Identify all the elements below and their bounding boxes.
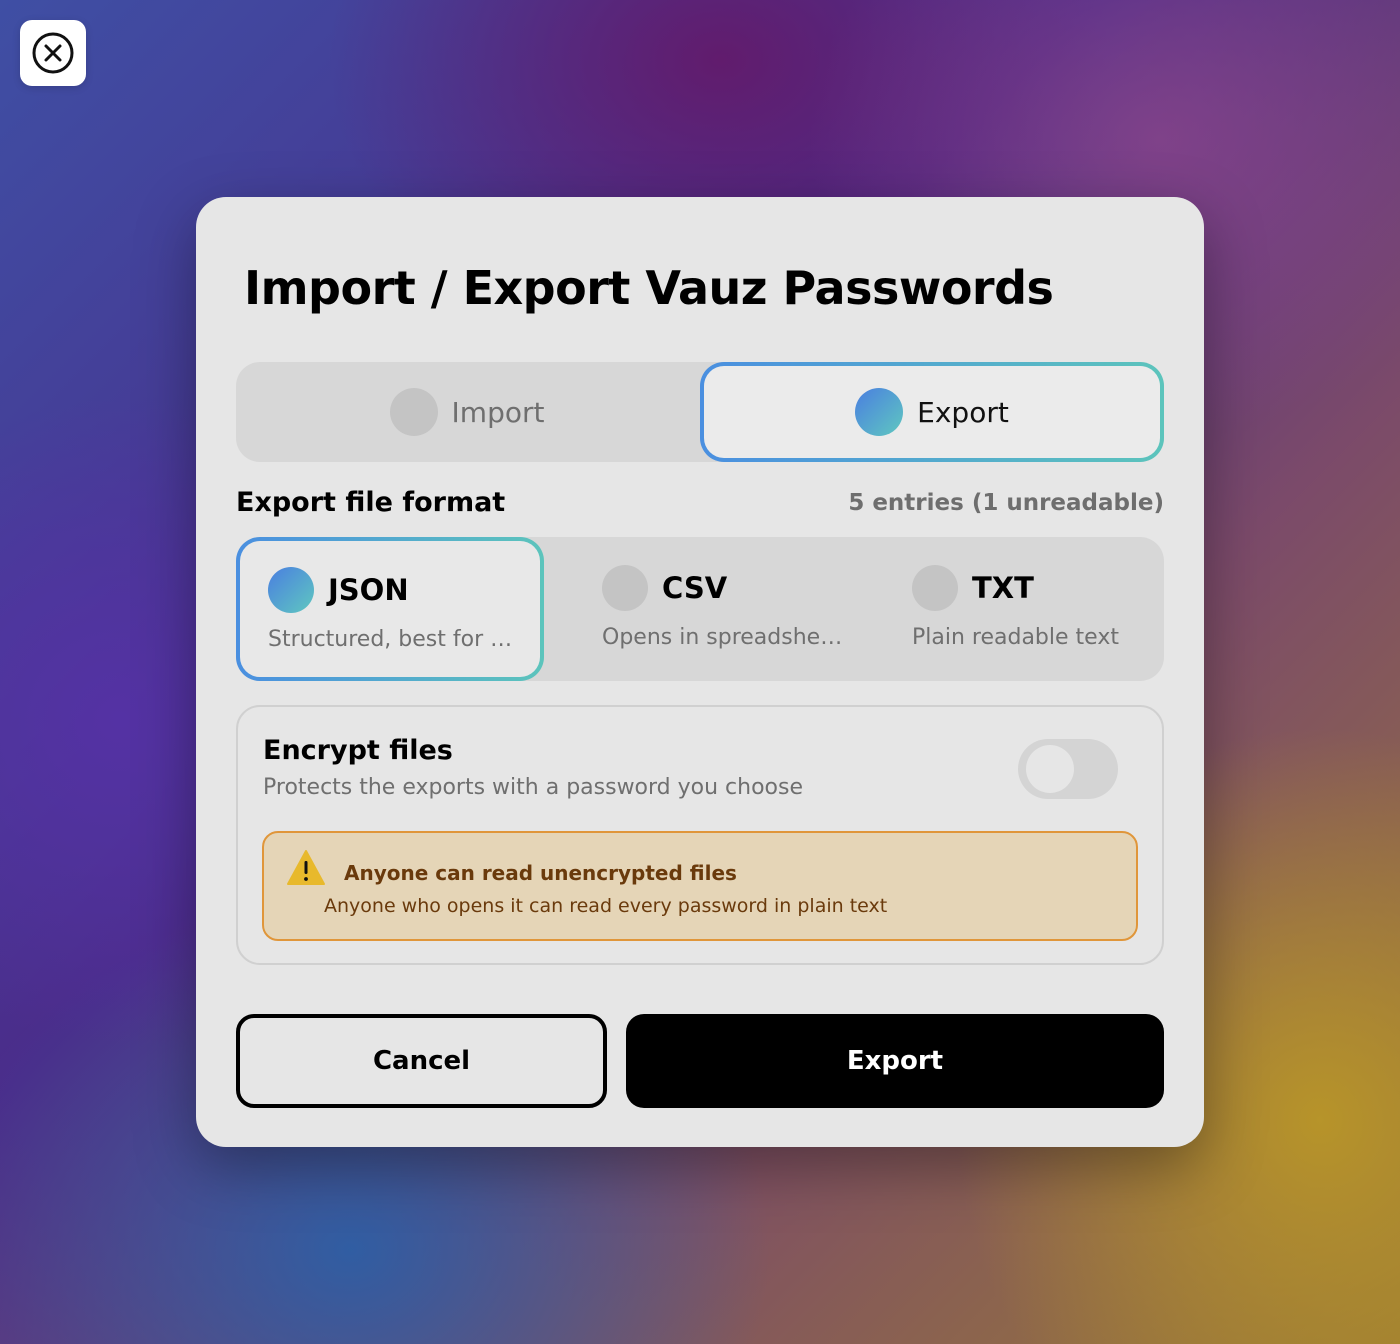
- toggle-knob: [1026, 745, 1074, 793]
- dialog-title: Import / Export Vauz Passwords: [244, 261, 1054, 315]
- format-desc-json: Structured, best for import: [268, 627, 518, 652]
- format-option-csv[interactable]: CSV Opens in spreadsheets: [574, 537, 864, 681]
- encrypt-title: Encrypt files: [263, 735, 453, 766]
- radio-txt-icon: [912, 565, 958, 611]
- format-name-json: JSON: [328, 573, 409, 607]
- radio-json-icon: [268, 567, 314, 613]
- close-button[interactable]: [20, 20, 86, 86]
- tab-import[interactable]: Import: [236, 362, 698, 462]
- format-desc-csv: Opens in spreadsheets: [602, 625, 852, 650]
- cancel-button[interactable]: Cancel: [236, 1014, 607, 1108]
- warning-title: Anyone can read unencrypted files: [344, 861, 737, 885]
- import-export-dialog: Import / Export Vauz Passwords Import Ex…: [196, 197, 1204, 1147]
- warning-text: Anyone who opens it can read every passw…: [324, 895, 888, 917]
- format-desc-txt: Plain readable text: [912, 625, 1119, 650]
- encrypt-toggle[interactable]: [1018, 739, 1118, 799]
- format-name-csv: CSV: [662, 571, 728, 605]
- encrypt-card: Encrypt files Protects the exports with …: [236, 705, 1164, 965]
- warning-icon: [287, 850, 325, 885]
- tab-import-label: Import: [451, 395, 545, 429]
- format-section-label: Export file format: [236, 487, 506, 518]
- mode-switch: Import Export: [236, 362, 1164, 462]
- tab-export[interactable]: Export: [700, 362, 1164, 462]
- radio-export-icon: [855, 388, 904, 436]
- entries-count: 5 entries (1 unreadable): [848, 490, 1164, 516]
- tab-export-label: Export: [917, 395, 1009, 429]
- format-option-json[interactable]: JSON Structured, best for import: [236, 537, 544, 681]
- warning-banner: Anyone can read unencrypted files Anyone…: [262, 831, 1138, 941]
- encrypt-description: Protects the exports with a password you…: [263, 775, 804, 800]
- radio-import-icon: [389, 388, 438, 436]
- export-button[interactable]: Export: [626, 1014, 1164, 1108]
- format-option-txt[interactable]: TXT Plain readable text: [884, 537, 1164, 681]
- radio-csv-icon: [602, 565, 648, 611]
- format-name-txt: TXT: [972, 571, 1034, 605]
- format-group: JSON Structured, best for import CSV Ope…: [236, 537, 1164, 681]
- close-icon: [32, 32, 74, 74]
